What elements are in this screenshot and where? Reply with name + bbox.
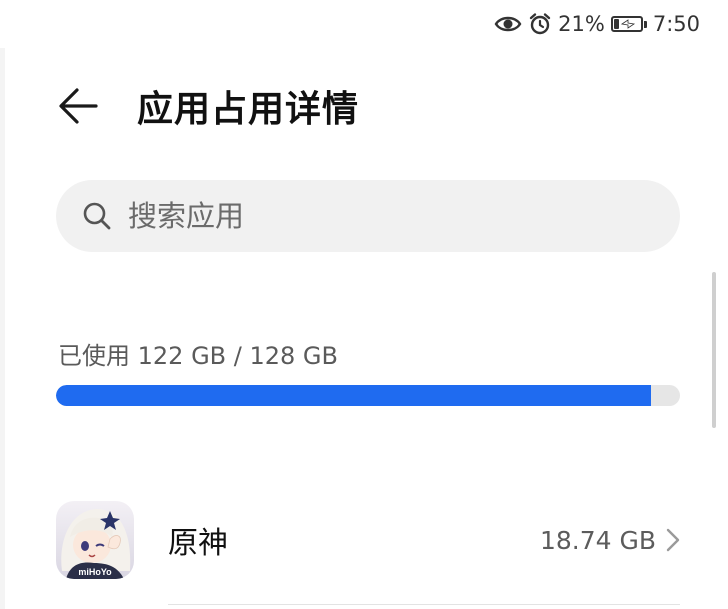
- storage-usage-label: 已使用 122 GB / 128 GB: [58, 342, 338, 370]
- page-title: 应用占用详情: [137, 89, 360, 130]
- battery-charging-icon: [610, 16, 647, 32]
- eye-icon: [494, 14, 522, 34]
- app-name: 原神: [168, 526, 228, 561]
- chevron-right-icon: [666, 528, 680, 552]
- arrow-left-icon: [59, 88, 98, 124]
- header: 应用占用详情: [56, 76, 728, 136]
- alarm-icon: [528, 12, 552, 36]
- search-bar[interactable]: [56, 180, 680, 252]
- scrollbar[interactable]: [712, 272, 716, 428]
- battery-percent: 21%: [558, 12, 605, 36]
- app-size: 18.74 GB: [539, 525, 656, 555]
- list-item[interactable]: miHoYo 原神 18.74 GB: [56, 500, 680, 580]
- clock: 7:50: [652, 12, 700, 36]
- storage-usage-fill: [56, 385, 651, 406]
- app-icon-text: miHoYo: [78, 567, 112, 577]
- divider: [168, 604, 680, 605]
- genshin-app-icon: miHoYo: [56, 501, 134, 579]
- search-input[interactable]: [126, 198, 630, 234]
- status-bar: 21% 7:50: [494, 8, 700, 40]
- search-icon: [83, 202, 111, 230]
- storage-usage-bar: [56, 385, 680, 406]
- back-button[interactable]: [56, 82, 104, 130]
- left-edge-shadow: [0, 48, 5, 609]
